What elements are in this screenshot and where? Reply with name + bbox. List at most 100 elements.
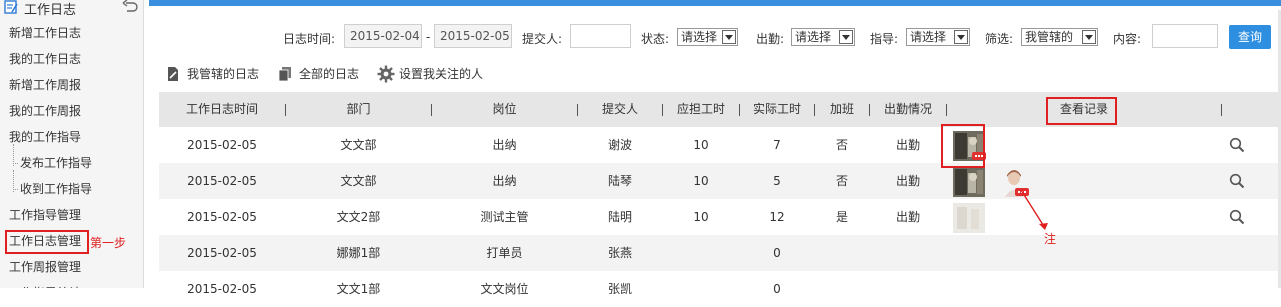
guidance-select[interactable]: 请选择 — [906, 28, 970, 46]
cell-log-time: 2015-02-05 — [187, 210, 257, 224]
query-button[interactable]: 查询 — [1229, 25, 1271, 49]
chevron-down-icon — [839, 30, 853, 44]
edit-log-icon — [4, 0, 18, 14]
cell-expected-hours — [663, 271, 739, 307]
cell-actual-hours: 12 — [769, 210, 785, 224]
tree-connector — [13, 170, 19, 202]
col-divider — [1221, 104, 1222, 116]
cell-attendance: 出勤 — [895, 210, 920, 224]
cell-department: 文文2部 — [336, 210, 381, 224]
date-to-input[interactable]: 2015-02-05 — [434, 24, 512, 48]
table-row: 2015-02-05 文文部 出纳 谢波 10 7 否 出勤 — [159, 127, 1278, 163]
my-managed-logs-label: 我管辖的日志 — [187, 67, 260, 81]
cell-overtime — [815, 271, 869, 307]
filter-select-value: 我管辖的 — [1025, 30, 1074, 44]
step-annotation: 第一步 — [90, 236, 127, 250]
submitter-label: 提交人: — [522, 32, 563, 46]
annotation-note: 注 — [1044, 232, 1057, 246]
cell-expected-hours — [663, 235, 739, 271]
cell-log-time: 2015-02-05 — [187, 138, 257, 152]
cell-overtime: 否 — [835, 138, 848, 152]
table-row: 2015-02-05 文文1部 文文岗位 张凯 0 — [159, 271, 1278, 307]
cell-position: 测试主管 — [480, 210, 529, 224]
sidebar-item-my-weekly[interactable]: 我的工作周报 — [0, 98, 143, 124]
sidebar-item-my-log[interactable]: 我的工作日志 — [0, 46, 143, 72]
cell-submitter: 谢波 — [607, 138, 632, 152]
highlight-box — [5, 230, 89, 254]
cell-expected-hours: 10 — [693, 210, 709, 224]
cell-position: 打单员 — [486, 246, 523, 260]
table-row: 2015-02-05 娜娜1部 打单员 张燕 0 — [159, 235, 1278, 271]
highlight-box — [1046, 97, 1117, 125]
cell-department: 文文部 — [340, 138, 377, 152]
back-icon[interactable] — [121, 0, 139, 14]
pencil-doc-icon — [168, 67, 178, 81]
guidance-label: 指导: — [870, 32, 899, 46]
cell-actual-hours: 0 — [773, 246, 781, 260]
cell-position: 出纳 — [492, 138, 517, 152]
highlight-box — [941, 124, 985, 168]
cell-department: 文文1部 — [336, 282, 381, 296]
sidebar-item-publish-guidance[interactable]: 发布工作指导 — [0, 144, 143, 176]
col-header-attendance: 出勤情况 — [883, 102, 932, 116]
sidebar-item-received-guidance[interactable]: 收到工作指导 — [0, 170, 143, 202]
viewer-avatar[interactable] — [953, 203, 985, 233]
cell-department: 娜娜1部 — [336, 246, 381, 260]
col-header-actual-hours: 实际工时 — [752, 102, 801, 116]
attendance-label: 出勤: — [756, 32, 785, 46]
chevron-down-icon — [722, 30, 736, 44]
date-label: 日志时间: — [283, 32, 336, 46]
my-managed-logs-link[interactable]: 我管辖的日志 — [165, 66, 265, 82]
sidebar-item-guidance-admin[interactable]: 工作指导管理 — [0, 202, 143, 228]
col-header-position: 岗位 — [492, 102, 517, 116]
content-label: 内容: — [1113, 32, 1142, 46]
sidebar-item-guidance-stats[interactable]: 工作指导统计 — [0, 280, 143, 288]
cell-attendance — [870, 235, 946, 271]
cell-expected-hours: 10 — [693, 174, 709, 188]
cell-actual-hours: 5 — [773, 174, 781, 188]
cell-submitter: 陆明 — [607, 210, 632, 224]
cell-expected-hours: 10 — [693, 138, 709, 152]
attendance-select[interactable]: 请选择 — [791, 28, 855, 46]
set-followed-people-link[interactable]: 设置我关注的人 — [377, 65, 497, 83]
status-select[interactable]: 请选择 — [677, 28, 738, 46]
content-input[interactable] — [1152, 24, 1218, 48]
date-separator: - — [426, 30, 431, 44]
guidance-select-value: 请选择 — [910, 30, 947, 44]
gear-icon — [377, 65, 395, 83]
cell-overtime — [815, 235, 869, 271]
search-icon[interactable] — [1229, 209, 1245, 225]
all-logs-label: 全部的日志 — [299, 67, 360, 81]
cell-log-time: 2015-02-05 — [187, 282, 257, 296]
all-logs-link[interactable]: 全部的日志 — [277, 66, 367, 82]
chevron-down-icon — [1082, 30, 1096, 44]
sidebar-item-add-log[interactable]: 新增工作日志 — [0, 20, 143, 46]
status-select-value: 请选择 — [681, 30, 718, 44]
sidebar-item-weekly-admin[interactable]: 工作周报管理 — [0, 254, 143, 280]
sidebar-item-add-weekly[interactable]: 新增工作周报 — [0, 72, 143, 98]
search-icon[interactable] — [1229, 137, 1245, 153]
cell-overtime: 是 — [835, 210, 848, 224]
cell-log-time: 2015-02-05 — [187, 174, 257, 188]
sidebar-title: 工作日志 — [24, 3, 77, 18]
date-from-input[interactable]: 2015-02-04 — [344, 24, 422, 48]
col-header-overtime: 加班 — [829, 102, 854, 116]
cell-position: 出纳 — [492, 174, 517, 188]
cell-attendance: 出勤 — [895, 174, 920, 188]
col-header-submitter: 提交人 — [601, 102, 638, 116]
cell-submitter: 张燕 — [607, 246, 632, 260]
cell-position: 文文岗位 — [480, 282, 529, 296]
sidebar-header: 工作日志 — [0, 0, 143, 18]
filter-select[interactable]: 我管辖的 — [1021, 28, 1098, 46]
col-header-expected-hours: 应担工时 — [676, 102, 725, 116]
cell-attendance: 出勤 — [895, 138, 920, 152]
sidebar-item-label: 收到工作指导 — [20, 182, 93, 196]
col-header-log-time: 工作日志时间 — [185, 102, 258, 116]
submitter-input[interactable] — [570, 24, 631, 48]
sidebar-item-my-guidance[interactable]: 我的工作指导 — [0, 124, 143, 150]
viewer-avatar[interactable] — [953, 167, 985, 197]
col-header-department: 部门 — [346, 102, 371, 116]
search-icon[interactable] — [1229, 173, 1245, 189]
cell-log-time: 2015-02-05 — [187, 246, 257, 260]
attendance-select-value: 请选择 — [795, 30, 832, 44]
